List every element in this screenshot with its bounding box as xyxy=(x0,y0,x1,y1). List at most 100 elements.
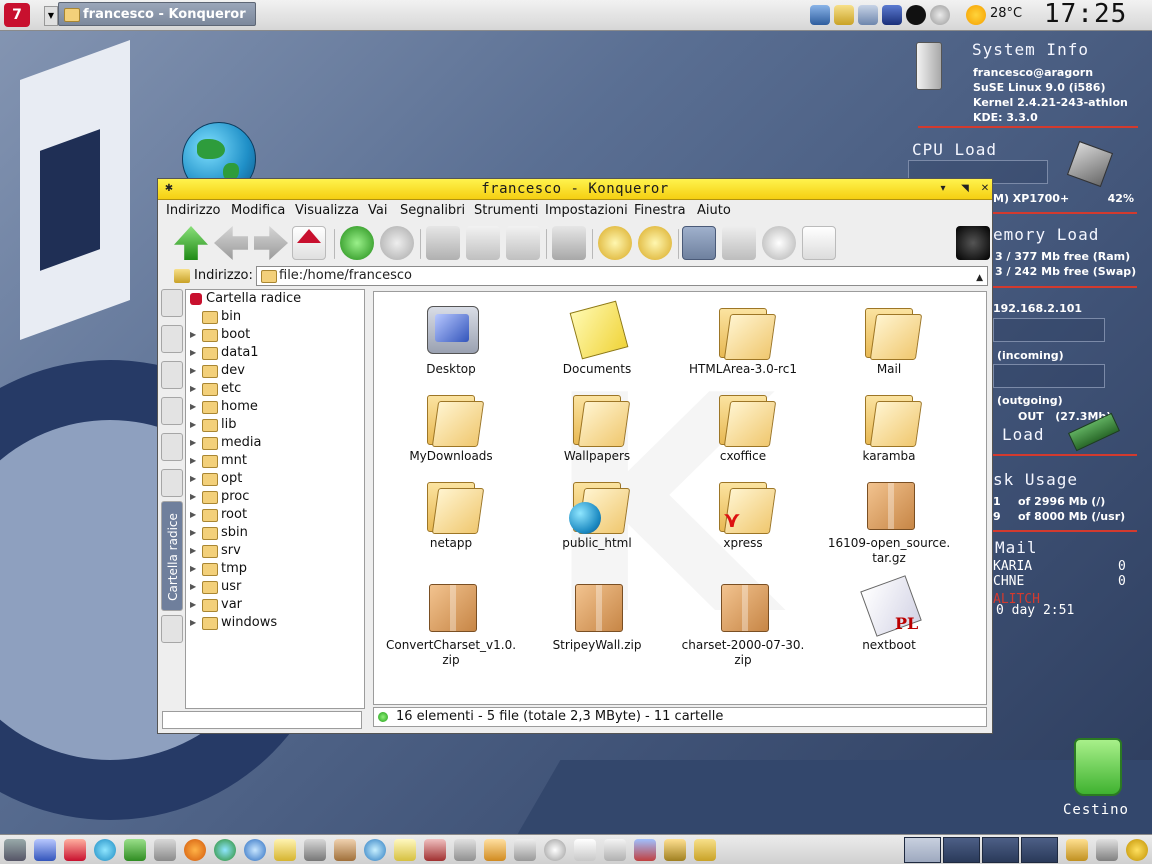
taskbar-button-konqueror[interactable]: francesco - Konqueror xyxy=(58,2,256,26)
expand-arrow-icon[interactable]: ▶ xyxy=(190,578,196,596)
copy-icon[interactable] xyxy=(466,226,500,260)
terminal-icon[interactable] xyxy=(304,839,326,861)
pager-desktop-4[interactable] xyxy=(1021,837,1058,863)
menu-modifica[interactable]: Modifica xyxy=(231,203,285,218)
weather-sun-icon[interactable] xyxy=(966,5,986,25)
home-icon[interactable] xyxy=(64,839,86,861)
expand-arrow-icon[interactable]: ▶ xyxy=(190,506,196,524)
network-icon[interactable] xyxy=(810,5,830,25)
lock-icon[interactable] xyxy=(1066,839,1088,861)
zoom-in-icon[interactable] xyxy=(598,226,632,260)
blocks-icon[interactable] xyxy=(634,839,656,861)
sidebar-tab-services[interactable] xyxy=(161,289,183,317)
minimize-icon[interactable]: ▾ xyxy=(936,182,950,196)
expand-arrow-icon[interactable]: ▶ xyxy=(190,542,196,560)
expand-arrow-icon[interactable]: ▶ xyxy=(190,344,196,362)
magnifier-icon[interactable] xyxy=(544,839,566,861)
notes-icon[interactable] xyxy=(604,839,626,861)
tree-root[interactable]: Cartella radice xyxy=(186,290,362,308)
location-input[interactable]: file:/home/francesco ▲▼ xyxy=(256,266,988,301)
expand-arrow-icon[interactable]: ▶ xyxy=(190,488,196,506)
expand-arrow-icon[interactable]: ▶ xyxy=(190,326,196,344)
forward-arrow-icon[interactable] xyxy=(254,226,288,260)
file-item[interactable]: MyDownloads xyxy=(378,383,524,469)
menu-segnalibri[interactable]: Segnalibri xyxy=(400,203,465,218)
window-list-arrow-icon[interactable]: ▼ xyxy=(44,6,58,26)
trash[interactable]: Cestino xyxy=(1060,728,1132,828)
file-item[interactable]: ⋎ xpress xyxy=(670,470,816,556)
menu-visualizza[interactable]: Visualizza xyxy=(295,203,359,218)
expand-arrow-icon[interactable]: ▶ xyxy=(190,452,196,470)
network-browser-icon[interactable] xyxy=(364,839,386,861)
logout-icon[interactable] xyxy=(1096,839,1118,861)
editor-icon[interactable] xyxy=(394,839,416,861)
cut-icon[interactable] xyxy=(426,226,460,260)
panel-splitter[interactable] xyxy=(367,499,371,519)
detail-view-icon[interactable] xyxy=(722,226,756,260)
stop-icon[interactable] xyxy=(380,226,414,260)
sidebar-tab-root-folder[interactable]: Cartella radice xyxy=(161,501,183,611)
tree-item-root[interactable]: ▶ root xyxy=(186,506,362,524)
menu-vai[interactable]: Vai xyxy=(368,203,387,218)
expand-arrow-icon[interactable]: ▶ xyxy=(190,398,196,416)
menu-impostazioni[interactable]: Impostazioni xyxy=(545,203,628,218)
rabbit-icon[interactable] xyxy=(334,839,356,861)
reload-icon[interactable] xyxy=(340,226,374,260)
sidebar-tab-bookmarks[interactable] xyxy=(161,325,183,353)
sidebar-tab-devices[interactable] xyxy=(161,361,183,389)
expand-arrow-icon[interactable]: ▶ xyxy=(190,560,196,578)
film-icon[interactable] xyxy=(664,839,686,861)
pager-desktop-2[interactable] xyxy=(943,837,980,863)
panel-app-icon[interactable] xyxy=(4,839,26,861)
expand-arrow-icon[interactable]: ▶ xyxy=(190,416,196,434)
bomb-icon[interactable] xyxy=(906,5,926,25)
zoom-out-icon[interactable] xyxy=(638,226,672,260)
file-item[interactable]: Mail xyxy=(816,296,962,382)
file-item[interactable]: cxoffice xyxy=(670,383,816,469)
settings-gear-icon[interactable] xyxy=(1126,839,1148,861)
browser-icon[interactable] xyxy=(214,839,236,861)
tree-item-tmp[interactable]: ▶ tmp xyxy=(186,560,362,578)
menu-strumenti[interactable]: Strumenti xyxy=(474,203,539,218)
file-item[interactable]: Documents xyxy=(524,296,670,382)
mail-icon[interactable] xyxy=(274,839,296,861)
calendar-icon[interactable] xyxy=(484,839,506,861)
pager-desktop-3[interactable] xyxy=(982,837,1019,863)
clipboard-icon[interactable] xyxy=(694,839,716,861)
tree-item-sbin[interactable]: ▶ sbin xyxy=(186,524,362,542)
file-item[interactable]: 16109-open_source. tar.gz xyxy=(816,470,962,565)
sidebar-tab-home[interactable] xyxy=(161,433,183,461)
tree-item-var[interactable]: ▶ var xyxy=(186,596,362,614)
tree-item-windows[interactable]: ▶ windows xyxy=(186,614,362,632)
icon-view-icon[interactable] xyxy=(682,226,716,260)
tree-item-data1[interactable]: ▶ data1 xyxy=(186,344,362,362)
date-icon[interactable] xyxy=(574,839,596,861)
tree-item-opt[interactable]: ▶ opt xyxy=(186,470,362,488)
list-icon[interactable] xyxy=(802,226,836,260)
file-item[interactable]: StripeyWall.zip xyxy=(524,572,670,658)
expand-arrow-icon[interactable]: ▶ xyxy=(190,524,196,542)
search-icon[interactable] xyxy=(930,5,950,25)
package-icon[interactable] xyxy=(154,839,176,861)
menu-indirizzo[interactable]: Indirizzo xyxy=(166,203,221,218)
sidebar-tab-history[interactable] xyxy=(161,397,183,425)
file-item[interactable]: HTMLArea-3.0-rc1 xyxy=(670,296,816,382)
clock[interactable]: 17:25 xyxy=(1044,0,1127,28)
file-item[interactable]: public_html xyxy=(524,470,670,556)
tree-item-mnt[interactable]: ▶ mnt xyxy=(186,452,362,470)
home-icon[interactable] xyxy=(292,226,326,260)
expand-arrow-icon[interactable]: ▶ xyxy=(190,470,196,488)
sidebar-tab-network[interactable] xyxy=(161,469,183,497)
printer-icon[interactable] xyxy=(514,839,536,861)
globe-icon[interactable] xyxy=(94,839,116,861)
archive-icon[interactable] xyxy=(454,839,476,861)
file-item[interactable]: charset-2000-07-30. zip xyxy=(670,572,816,667)
window-titlebar[interactable]: ✱ francesco - Konqueror ▾ ◥ ✕ xyxy=(158,179,992,200)
menu-aiuto[interactable]: Aiuto xyxy=(697,203,731,218)
clipboard-icon[interactable] xyxy=(834,5,854,25)
preview-icon[interactable] xyxy=(762,226,796,260)
kmenu-button[interactable]: 7 xyxy=(4,3,30,27)
sidebar-tab-settings[interactable] xyxy=(161,615,183,643)
file-item[interactable]: karamba xyxy=(816,383,962,469)
up-arrow-icon[interactable] xyxy=(174,226,208,260)
